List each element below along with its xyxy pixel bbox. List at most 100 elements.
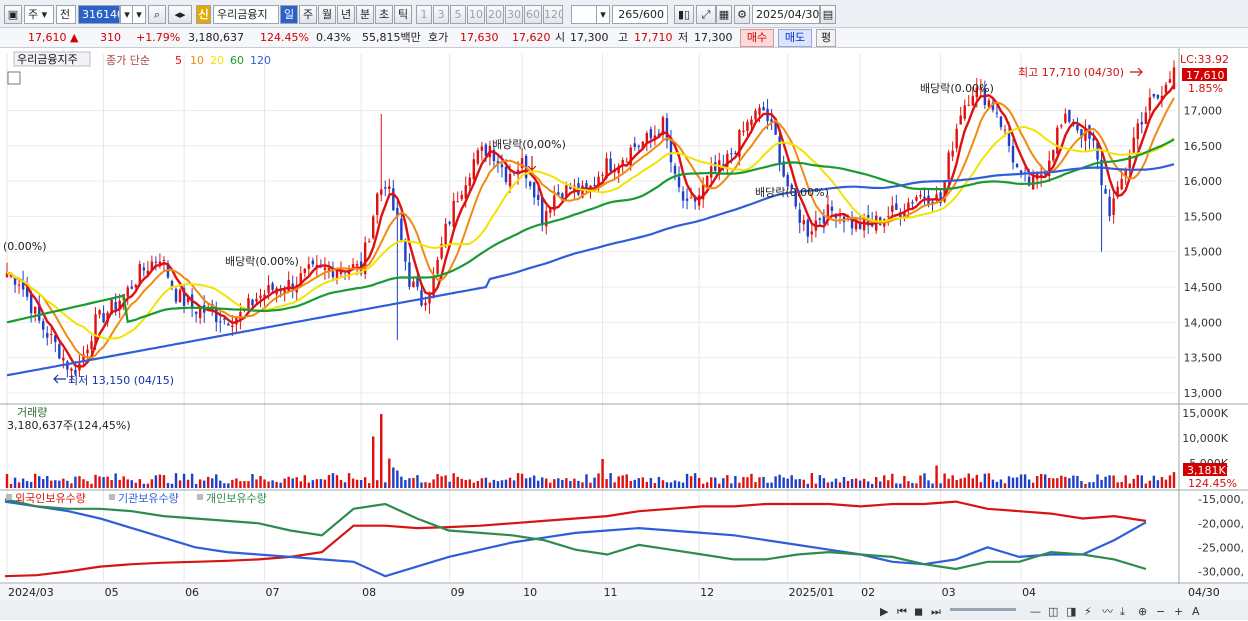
minute-tab-3[interactable]: 3	[433, 5, 449, 24]
candle-body	[681, 191, 685, 201]
volume-bar	[822, 478, 826, 488]
candle-body	[536, 194, 540, 201]
volume-bar	[202, 480, 206, 488]
period-tab-1[interactable]: 주	[299, 5, 317, 24]
minute-tab-5[interactable]: 5	[450, 5, 466, 24]
volume-bar	[605, 479, 608, 488]
period-tab-2[interactable]: 월	[318, 5, 336, 24]
volume-bar	[1027, 479, 1031, 488]
volume-bar	[883, 475, 886, 488]
candle-type-icon[interactable]: ▮▯	[674, 5, 694, 24]
minute-dropdown-icon[interactable]: ▾	[596, 5, 610, 24]
period-tab-0[interactable]: 일	[280, 5, 298, 24]
minute-tab-10[interactable]: 10	[467, 5, 485, 24]
volume-bar	[850, 479, 854, 488]
history-dropdown-icon[interactable]: ▾	[132, 5, 146, 24]
volume-bar	[347, 473, 351, 488]
volume-bar	[532, 475, 536, 488]
code-input[interactable]: 316140	[78, 5, 120, 24]
compare-icon[interactable]: ▦	[716, 5, 732, 24]
bottom-tool-icon-9: ⤓	[1120, 605, 1125, 618]
candle-body	[142, 267, 146, 271]
volume-bar	[134, 482, 137, 488]
volume-bar	[118, 479, 121, 488]
minute-tab-120[interactable]: 120	[543, 5, 563, 24]
last-price-label: 17,610	[1186, 69, 1225, 82]
price-tick-6: 14,000	[1184, 316, 1223, 329]
volume-bar	[343, 482, 347, 488]
count-total: /600	[639, 8, 664, 21]
bottom-tool-icon-7: ⚡	[1084, 605, 1092, 618]
zoom-icon[interactable]: ⤢	[696, 5, 716, 24]
prev-next-icon[interactable]: ◂▸	[168, 5, 192, 24]
candle-body	[895, 203, 898, 210]
candle-body	[90, 341, 93, 350]
all-tab[interactable]: 전	[56, 5, 76, 24]
x-end-label: 04/30	[1188, 586, 1220, 599]
dividend-label-2: 배당락(0,00%)	[492, 138, 566, 151]
volume-bar	[29, 481, 33, 488]
volume-current-label: 3,180,637주(124,45%)	[7, 419, 131, 432]
market-select[interactable]: 주 ▾	[24, 5, 54, 24]
candle-body	[484, 144, 488, 156]
volume-bar	[1080, 481, 1083, 488]
period-tab-4[interactable]: 분	[356, 5, 374, 24]
search-icon[interactable]: ⌕	[148, 5, 166, 24]
volume-bar	[363, 477, 367, 488]
zoom-slider[interactable]	[950, 608, 1016, 611]
period-tab-3[interactable]: 년	[337, 5, 355, 24]
grid-toggle-icon[interactable]	[7, 71, 21, 85]
flat-button[interactable]: 평	[816, 29, 836, 47]
candle-body	[806, 220, 810, 237]
volume-bar	[215, 474, 218, 488]
volume-bar	[78, 476, 81, 488]
layout-icon[interactable]: ▣	[4, 5, 22, 24]
volume-bar	[74, 476, 77, 488]
volume-bar	[1132, 478, 1135, 488]
period-tab-5[interactable]: 초	[375, 5, 393, 24]
volume-bar	[1124, 475, 1127, 488]
bottom-tool-icon-5: ◫	[1048, 605, 1058, 618]
minute-tab-20[interactable]: 20	[486, 5, 504, 24]
volume-bar	[480, 478, 484, 488]
candle-body	[259, 295, 262, 298]
count-field[interactable]: 265/600	[612, 5, 668, 24]
candle-body	[219, 321, 222, 323]
minute-tab-30[interactable]: 30	[505, 5, 523, 24]
volume-bar	[923, 473, 926, 488]
volume-bar	[1035, 476, 1039, 488]
volume-bar	[577, 480, 580, 488]
minute-tab-60[interactable]: 60	[524, 5, 542, 24]
stock-name[interactable]: 우리금융지	[213, 5, 279, 24]
dividend-label-3: 배당락(0.00%)	[755, 186, 829, 199]
chart-title: 우리금융지주	[17, 53, 78, 66]
volume-bar	[98, 476, 101, 488]
date-input[interactable]: 2025/04/30	[752, 5, 820, 24]
volume-bar	[1152, 475, 1156, 488]
volume-bar	[677, 481, 681, 488]
minute-tab-1[interactable]: 1	[416, 5, 432, 24]
x-tick-6: 10	[523, 586, 537, 599]
sell-button[interactable]: 매도	[778, 29, 812, 47]
volume-bar	[436, 474, 439, 488]
volume-bar	[834, 478, 838, 488]
candle-body	[98, 310, 101, 315]
count-value: 265	[618, 8, 640, 21]
volume-bar	[553, 479, 556, 488]
volume-bar	[955, 480, 958, 488]
volume-bar	[1031, 482, 1035, 488]
calendar-icon[interactable]: ▤	[820, 5, 836, 24]
volume-bar	[444, 475, 447, 488]
candle-body	[746, 121, 749, 131]
gear-icon[interactable]: ⚙	[734, 5, 750, 24]
buy-button[interactable]: 매수	[740, 29, 774, 47]
volume-bar	[307, 482, 311, 488]
volume-bar	[528, 477, 532, 488]
candle-body	[1064, 113, 1067, 123]
volume-bar	[110, 480, 113, 488]
period-tab-6[interactable]: 틱	[394, 5, 412, 24]
x-tick-2: 06	[185, 586, 199, 599]
volume-bar	[94, 474, 97, 488]
volume-bar	[126, 479, 129, 488]
x-tick-12: 04	[1022, 586, 1036, 599]
